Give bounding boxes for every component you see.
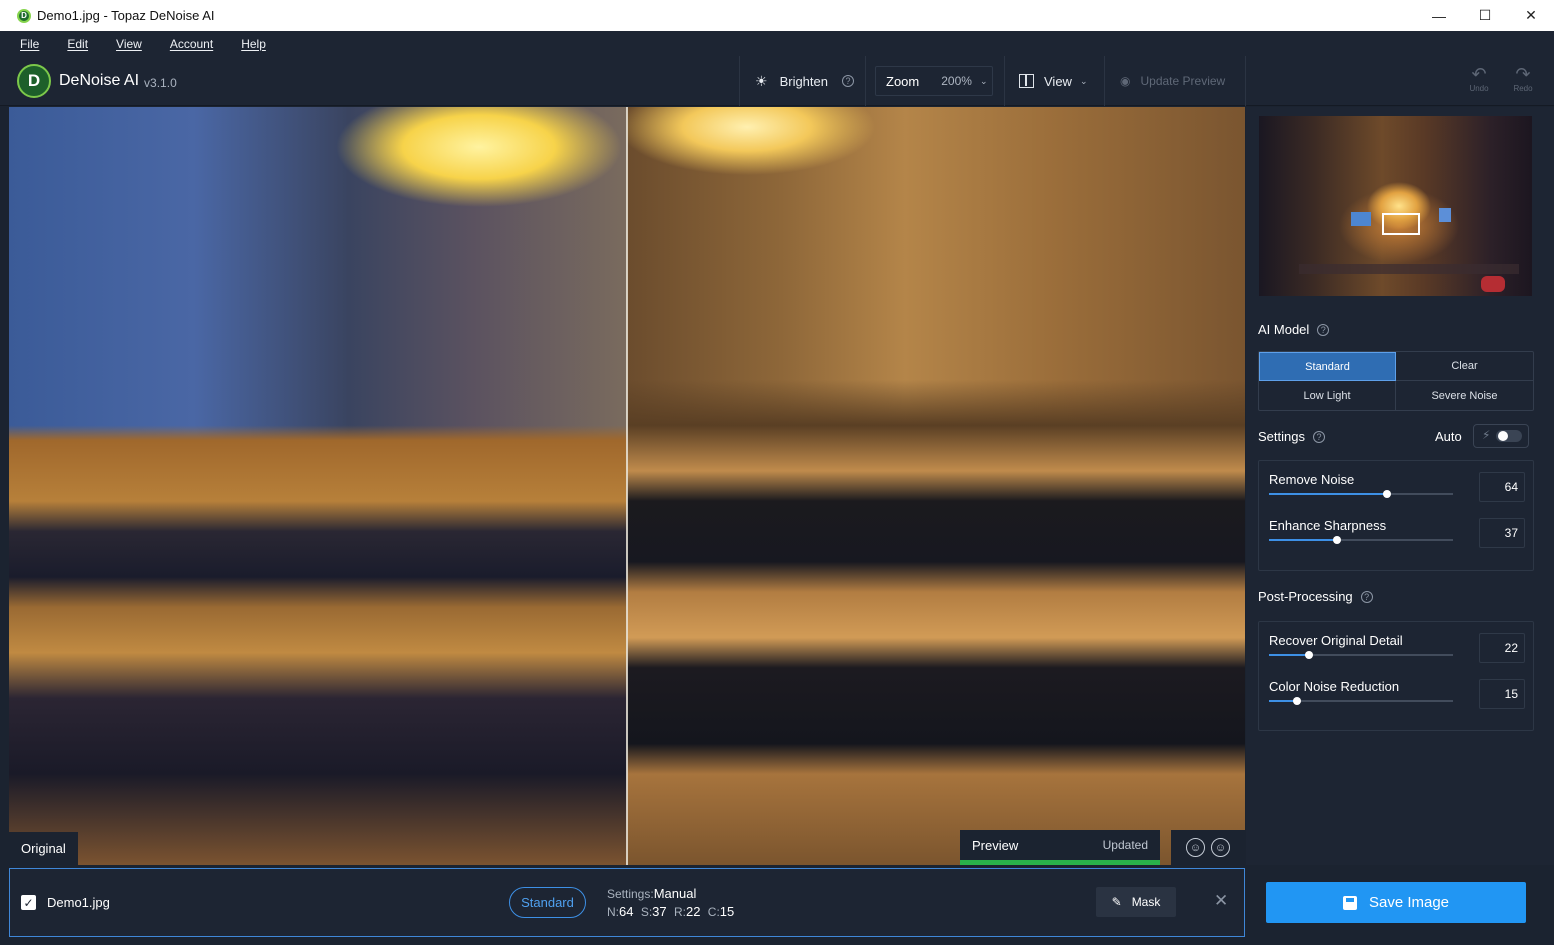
recover-detail-slider[interactable]: Recover Original Detail 22 <box>1269 627 1525 673</box>
eye-icon: ◉ <box>1120 74 1131 88</box>
preview-status: Updated <box>1102 838 1148 852</box>
brush-icon: ✎ <box>1111 895 1122 909</box>
settings-sliders: Remove Noise 64 Enhance Sharpness 37 <box>1258 460 1534 571</box>
settings-title: Settings ? <box>1258 429 1325 444</box>
zoom-label: Zoom <box>886 73 920 89</box>
original-label: Original <box>9 832 78 865</box>
view-dropdown[interactable]: View ⌄ <box>1019 56 1088 106</box>
color-noise-value[interactable]: 15 <box>1479 679 1525 709</box>
settings-summary: Settings:Manual N:64 S:37 R:22 C:15 <box>607 886 735 919</box>
menu-view[interactable]: View <box>116 37 142 51</box>
view-label: View <box>1044 73 1072 89</box>
ai-model-title: AI Model ? <box>1258 322 1330 337</box>
menu-account[interactable]: Account <box>170 37 213 51</box>
zoom-dropdown[interactable]: Zoom 200% ⌄ <box>875 66 993 96</box>
model-badge[interactable]: Standard <box>509 887 586 918</box>
file-row[interactable]: ✓ Demo1.jpg Standard Settings:Manual N:6… <box>9 868 1245 937</box>
brighten-help-icon[interactable]: ? <box>841 75 854 87</box>
app-version: v3.1.0 <box>144 75 177 90</box>
image-viewer[interactable]: Original Preview Updated ☺ ☺ <box>9 107 1245 865</box>
menu-bar: File Edit View Account Help <box>0 31 1554 56</box>
settings-panel: AI Model ? Standard Clear Low Light Seve… <box>1246 107 1554 865</box>
redo-button[interactable]: ↷ Redo <box>1506 64 1540 93</box>
remove-noise-slider[interactable]: Remove Noise 64 <box>1269 466 1525 512</box>
slider-handle[interactable] <box>1333 536 1342 544</box>
settings-help-icon[interactable]: ? <box>1312 430 1325 443</box>
close-window-button[interactable]: ✕ <box>1508 0 1554 31</box>
redo-icon: ↷ <box>1515 64 1531 84</box>
mask-button[interactable]: ✎ Mask <box>1096 887 1176 917</box>
split-view-icon <box>1019 74 1034 88</box>
enhance-sharpness-slider[interactable]: Enhance Sharpness 37 <box>1269 512 1525 558</box>
undo-label: Undo <box>1469 84 1489 93</box>
mask-label: Mask <box>1131 895 1161 909</box>
model-low-light-button[interactable]: Low Light <box>1259 381 1396 410</box>
brighten-label: Brighten <box>779 73 828 89</box>
auto-toggle[interactable]: ⚡ <box>1473 424 1529 448</box>
sun-icon: ☀ <box>755 72 768 89</box>
remove-noise-label: Remove Noise <box>1269 472 1355 487</box>
face-happy-icon[interactable]: ☺ <box>1186 838 1205 857</box>
bottom-bar: ✓ Demo1.jpg Standard Settings:Manual N:6… <box>0 865 1554 945</box>
auto-label: Auto <box>1435 429 1462 444</box>
undo-icon: ↶ <box>1471 64 1487 84</box>
navigator-thumbnail[interactable] <box>1259 116 1532 296</box>
redo-label: Redo <box>1513 84 1533 93</box>
file-name: Demo1.jpg <box>47 895 110 910</box>
chevron-down-icon: ⌄ <box>979 75 988 86</box>
chevron-down-icon: ⌄ <box>1079 75 1088 86</box>
window-titlebar: D Demo1.jpg - Topaz DeNoise AI — ☐ ✕ <box>0 0 1554 31</box>
save-label: Save Image <box>1368 894 1450 911</box>
toolbar: D DeNoise AI v3.1.0 ☀ Brighten ? Zoom 20… <box>0 56 1554 106</box>
recover-detail-label: Recover Original Detail <box>1269 633 1403 648</box>
save-icon <box>1342 895 1357 910</box>
brand: D DeNoise AI v3.1.0 <box>17 64 177 98</box>
face-tools: ☺ ☺ <box>1171 830 1245 865</box>
lightning-icon: ⚡ <box>1482 428 1491 442</box>
model-standard-button[interactable]: Standard <box>1259 352 1396 381</box>
menu-file[interactable]: File <box>20 37 39 51</box>
denoise-logo-icon: D <box>17 64 51 98</box>
maximize-button[interactable]: ☐ <box>1462 0 1508 31</box>
navigator-viewport-box[interactable] <box>1382 213 1420 235</box>
face-neutral-icon[interactable]: ☺ <box>1211 838 1230 857</box>
brighten-button[interactable]: ☀ Brighten ? <box>755 56 854 106</box>
update-preview-label: Update Preview <box>1140 74 1226 88</box>
model-clear-button[interactable]: Clear <box>1396 352 1533 381</box>
app-name: DeNoise AI <box>59 72 140 89</box>
preview-image <box>627 107 1245 865</box>
enhance-sharpness-value[interactable]: 37 <box>1479 518 1525 548</box>
zoom-value: 200% <box>941 74 972 88</box>
menu-help[interactable]: Help <box>241 37 266 51</box>
model-severe-noise-button[interactable]: Severe Noise <box>1396 381 1533 410</box>
enhance-sharpness-label: Enhance Sharpness <box>1269 518 1387 533</box>
slider-handle[interactable] <box>1305 651 1314 659</box>
split-divider[interactable] <box>626 107 628 865</box>
save-image-button[interactable]: Save Image <box>1266 882 1526 923</box>
ai-model-help-icon[interactable]: ? <box>1317 323 1330 336</box>
recover-detail-value[interactable]: 22 <box>1479 633 1525 663</box>
post-processing-title: Post-Processing ? <box>1258 589 1373 604</box>
file-checkbox[interactable]: ✓ <box>21 895 36 910</box>
post-processing-sliders: Recover Original Detail 22 Color Noise R… <box>1258 621 1534 731</box>
original-image <box>9 107 627 865</box>
slider-handle[interactable] <box>1292 697 1301 705</box>
update-preview-button[interactable]: ◉ Update Preview <box>1120 56 1225 106</box>
minimize-button[interactable]: — <box>1416 0 1462 31</box>
remove-file-icon[interactable]: ✕ <box>1214 891 1228 911</box>
window-title: Demo1.jpg - Topaz DeNoise AI <box>37 8 215 23</box>
menu-edit[interactable]: Edit <box>67 37 88 51</box>
undo-button[interactable]: ↶ Undo <box>1462 64 1496 93</box>
ai-model-selector: Standard Clear Low Light Severe Noise <box>1258 351 1534 411</box>
preview-tag: Preview Updated <box>960 830 1160 865</box>
preview-label: Preview <box>972 838 1019 853</box>
post-processing-help-icon[interactable]: ? <box>1360 590 1373 603</box>
slider-handle[interactable] <box>1382 490 1391 498</box>
color-noise-label: Color Noise Reduction <box>1269 679 1400 694</box>
color-noise-slider[interactable]: Color Noise Reduction 15 <box>1269 673 1525 719</box>
app-icon: D <box>17 8 31 23</box>
remove-noise-value[interactable]: 64 <box>1479 472 1525 502</box>
